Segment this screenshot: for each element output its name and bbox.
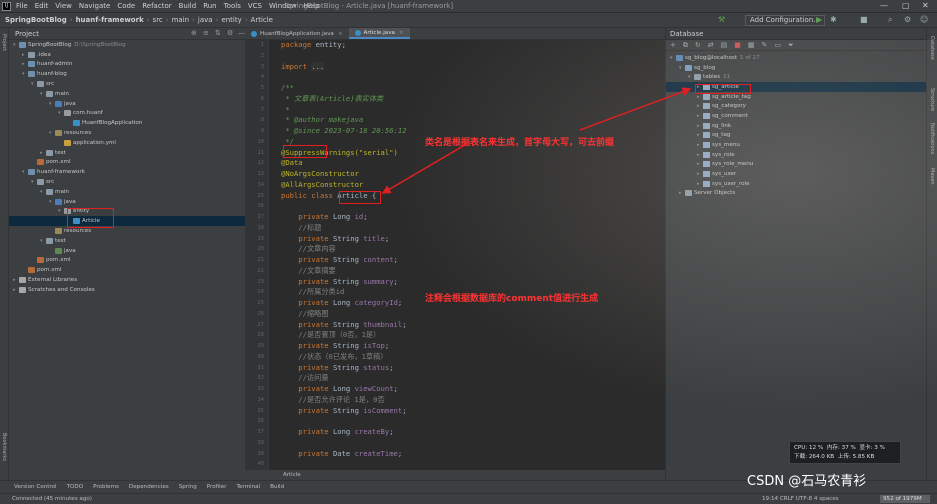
cpu-usage: CPU: 12 % [794,445,824,451]
arrow-to-classname [381,141,471,194]
cursor-encoding-info[interactable]: 19:14 CRLF UTF-8 4 spaces [762,494,839,504]
arrow-to-table [579,87,692,131]
tool-terminal[interactable]: Terminal [236,484,260,490]
gpu-usage: 显卡: 3 % [859,445,885,451]
tool-version-control[interactable]: Version Control [14,484,57,490]
performance-widget: CPU: 12 % 内存: 37 % 显卡: 3 % 下载: 264.0 KB … [789,441,901,464]
tool-problems[interactable]: Problems [93,484,119,490]
tool-build[interactable]: Build [270,484,284,490]
memory-usage: 内存: 37 % [826,445,856,451]
status-bar: Connected (45 minutes ago) 19:14 CRLF UT… [0,493,937,504]
tool-todo[interactable]: TODO [67,484,84,490]
tool-profiler[interactable]: Profiler [207,484,227,490]
upload-speed: 上传: 5.85 KB [837,454,875,460]
download-speed: 下载: 264.0 KB [794,454,835,460]
connection-status[interactable]: Connected (45 minutes ago) [12,494,92,504]
annotation-arrows [381,87,692,194]
memory-indicator[interactable]: 952 of 1979M [880,495,930,503]
csdn-watermark: CSDN @石马农青衫 [747,474,867,489]
tool-spring[interactable]: Spring [179,484,197,490]
tool-dependencies[interactable]: Dependencies [129,484,169,490]
